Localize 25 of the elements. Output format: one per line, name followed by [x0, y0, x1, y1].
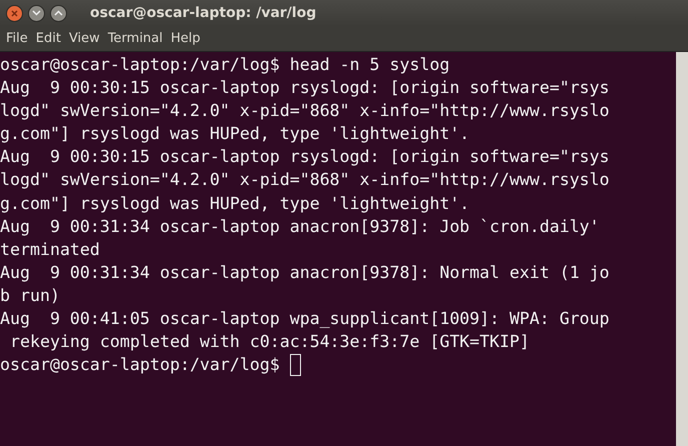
output-line: Aug 9 00:31:34 oscar-laptop anacron[9378]: Job `cron.daily' — [0, 216, 600, 238]
minimize-icon[interactable] — [28, 4, 45, 22]
output-line: Aug 9 00:41:05 oscar-laptop wpa_supplicant[1009]: WPA: Group — [0, 308, 610, 330]
window-title: oscar@oscar-laptop: /var/log — [90, 5, 316, 21]
output-line: g.com"] rsyslogd was HUPed, type 'lightweight'. — [0, 192, 470, 215]
output-line: logd" swVersion="4.2.0" x-pid="868" x-info="http://www.rsyslo — [0, 100, 610, 122]
output-line: Aug 9 00:31:34 oscar-laptop anacron[9378]: Normal exit (1 jo — [0, 262, 610, 284]
output-line: Aug 9 00:30:15 oscar-laptop rsyslogd: [origin software="rsys — [0, 146, 610, 168]
output-line: rekeying completed with c0:ac:54:3e:f3:7e [GTK=TKIP] — [8, 331, 530, 354]
output-line: b run) — [0, 284, 60, 307]
output-line: g.com"] rsyslogd was HUPed, type 'lightweight'. — [0, 123, 470, 146]
menu-item[interactable]: Help — [166, 31, 204, 46]
output-line: Aug 9 00:30:15 oscar-laptop rsyslogd: [origin software="rsys — [0, 77, 610, 100]
scrollbar[interactable] — [676, 52, 688, 446]
close-icon[interactable] — [6, 4, 23, 22]
output-line: logd" swVersion="4.2.0" x-pid="868" x-info="http://www.rsyslo — [0, 169, 610, 192]
menu-item[interactable]: View — [64, 31, 104, 46]
prompt-line: oscar@oscar-laptop:/var/log$ — [0, 354, 281, 376]
cursor-icon — [290, 354, 301, 376]
menu-item[interactable]: Edit — [32, 31, 65, 46]
output-line: terminated — [0, 238, 100, 261]
output-line: oscar@oscar-laptop:/var/log$ head -n 5 syslog — [0, 54, 450, 76]
menu-item[interactable]: File — [2, 31, 32, 46]
menu-item[interactable]: Terminal — [104, 31, 167, 46]
maximize-icon[interactable] — [50, 4, 67, 22]
